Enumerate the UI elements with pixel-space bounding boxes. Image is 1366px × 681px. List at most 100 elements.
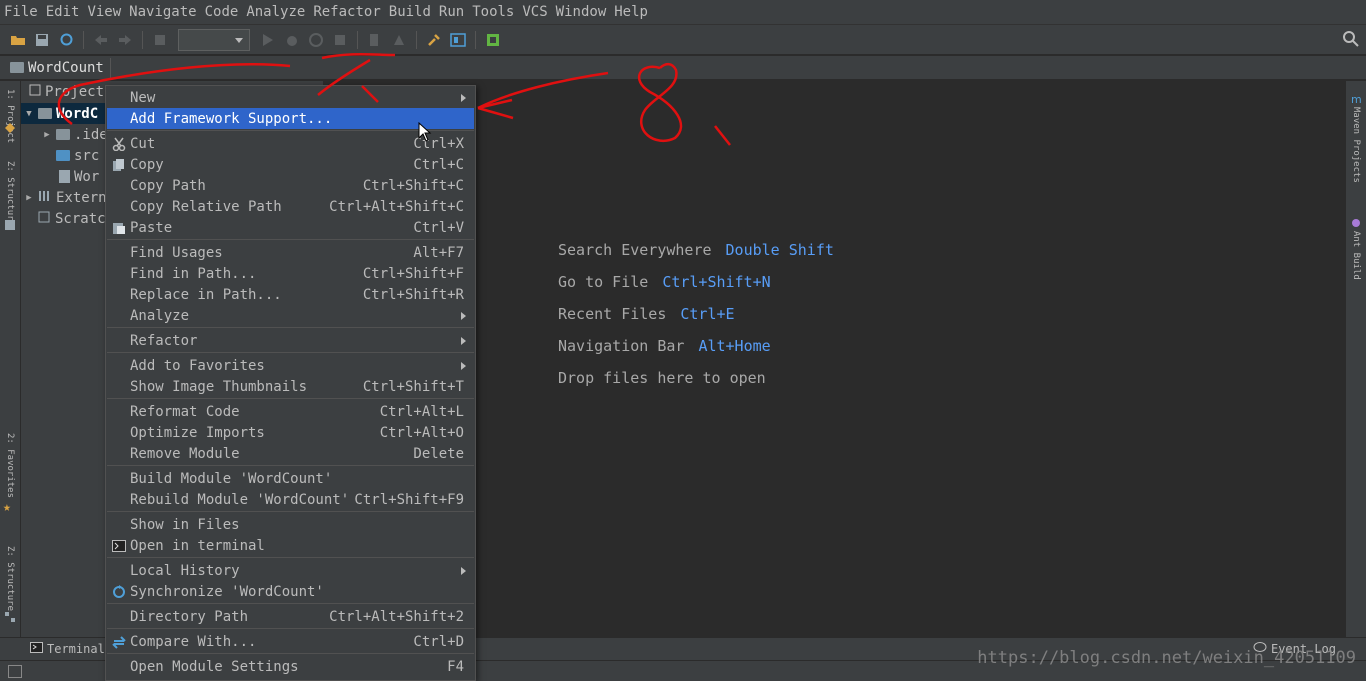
menu-separator — [107, 557, 474, 558]
vcs-commit-icon[interactable] — [390, 31, 408, 49]
menu-item-shortcut: Ctrl+Shift+R — [362, 286, 464, 303]
project-structure-icon[interactable] — [449, 31, 467, 49]
favorites-star-icon[interactable]: ★ — [3, 500, 11, 515]
structure-tool-icon[interactable] — [4, 219, 17, 235]
menu-help[interactable]: Help — [610, 0, 652, 25]
settings-wrench-icon[interactable] — [425, 31, 443, 49]
hint-text: Go to File — [558, 273, 649, 291]
menu-item-paste[interactable]: Paste Ctrl+V — [107, 217, 474, 238]
run-icon[interactable] — [259, 31, 277, 49]
hint-key: Alt+Home — [698, 337, 771, 355]
menu-item-copy-path[interactable]: Copy Path Ctrl+Shift+C — [107, 175, 474, 196]
favorites-tool-tab[interactable]: 2: Favorites — [5, 433, 15, 498]
search-everywhere-icon[interactable] — [1342, 30, 1360, 48]
tree-item-label: WordC — [56, 105, 99, 122]
menu-vcs[interactable]: VCS — [518, 0, 551, 25]
stop-icon[interactable] — [331, 31, 349, 49]
menu-analyze[interactable]: Analyze — [242, 0, 309, 25]
structure-tool-tab[interactable]: Z: Structure — [5, 161, 15, 226]
menu-item-open-in-terminal[interactable]: Open in terminal — [107, 535, 474, 556]
scratches-icon — [38, 211, 51, 227]
menu-item-label: Copy Relative Path — [130, 198, 282, 215]
project-panel-title: Project — [45, 84, 105, 100]
coverage-icon[interactable] — [307, 31, 325, 49]
forward-icon[interactable] — [116, 31, 134, 49]
menu-item-shortcut: Ctrl+Shift+F9 — [354, 491, 464, 508]
menu-item-shortcut: Ctrl+Shift+C — [362, 177, 464, 194]
maven-projects-tab[interactable]: Maven Projects — [1351, 107, 1361, 183]
menu-item-show-in-files[interactable]: Show in Files — [107, 514, 474, 535]
menu-edit[interactable]: Edit — [42, 0, 84, 25]
menu-item-shortcut: Delete — [413, 445, 464, 462]
menu-item-refactor[interactable]: Refactor — [107, 330, 474, 351]
menu-item-show-image-thumbnails[interactable]: Show Image Thumbnails Ctrl+Shift+T — [107, 376, 474, 397]
menu-item-shortcut: F4 — [447, 658, 464, 675]
menu-separator — [107, 603, 474, 604]
menu-item-add-to-favorites[interactable]: Add to Favorites — [107, 355, 474, 376]
menu-item-copy[interactable]: Copy Ctrl+C — [107, 154, 474, 175]
menu-item-label: Copy — [130, 156, 164, 173]
menu-code[interactable]: Code — [201, 0, 243, 25]
menu-item-label: Cut — [130, 135, 156, 152]
vcs-update-icon[interactable] — [366, 31, 384, 49]
submenu-arrow-icon — [461, 567, 466, 575]
editor-empty-area[interactable]: Search Everywhere Double Shift Go to File… — [324, 81, 1345, 637]
hint-recent-files: Recent Files Ctrl+E — [558, 305, 735, 323]
structure-bottom-icon[interactable] — [4, 611, 17, 627]
collapse-arrow-icon[interactable]: ▶ — [42, 130, 52, 140]
menu-item-build-module-wordcount[interactable]: Build Module 'WordCount' — [107, 468, 474, 489]
menu-item-find-usages[interactable]: Find Usages Alt+F7 — [107, 242, 474, 263]
terminal-tab[interactable]: Terminal — [30, 642, 105, 656]
breadcrumb[interactable]: WordCount — [10, 57, 111, 78]
collapse-arrow-icon[interactable]: ▶ — [24, 193, 34, 203]
project-context-menu: New Add Framework Support... Cut Ctrl+X Copy… — [105, 85, 476, 681]
menu-item-optimize-imports[interactable]: Optimize Imports Ctrl+Alt+O — [107, 422, 474, 443]
menu-item-synchronize-wordcount[interactable]: Synchronize 'WordCount' — [107, 581, 474, 602]
menu-item-copy-relative-path[interactable]: Copy Relative Path Ctrl+Alt+Shift+C — [107, 196, 474, 217]
menu-item-find-in-path[interactable]: Find in Path... Ctrl+Shift+F — [107, 263, 474, 284]
menu-view[interactable]: View — [83, 0, 125, 25]
menu-run[interactable]: Run — [435, 0, 468, 25]
sdk-manager-icon[interactable] — [484, 31, 502, 49]
hint-text: Navigation Bar — [558, 337, 685, 355]
menu-tools[interactable]: Tools — [468, 0, 518, 25]
run-configuration-select[interactable] — [178, 28, 250, 51]
menu-window[interactable]: Window — [552, 0, 611, 25]
tree-item-label: src — [74, 147, 100, 164]
menu-separator — [107, 239, 474, 240]
menu-item-shortcut: Ctrl+Alt+Shift+2 — [329, 608, 464, 625]
menu-item-new[interactable]: New — [107, 87, 474, 108]
menu-file[interactable]: File — [0, 0, 42, 25]
menu-item-compare-with[interactable]: Compare With... Ctrl+D — [107, 631, 474, 652]
save-icon[interactable] — [33, 31, 51, 49]
menu-item-rebuild-module-wordcount[interactable]: Rebuild Module 'WordCount' Ctrl+Shift+F9 — [107, 489, 474, 510]
menu-item-reformat-code[interactable]: Reformat Code Ctrl+Alt+L — [107, 401, 474, 422]
ant-build-tab[interactable]: Ant Build — [1351, 231, 1361, 280]
back-icon[interactable] — [92, 31, 110, 49]
sync-icon[interactable] — [57, 31, 75, 49]
watermark: https://blog.csdn.net/weixin_42051109 — [977, 648, 1356, 668]
menu-item-analyze[interactable]: Analyze — [107, 305, 474, 326]
open-folder-icon[interactable] — [9, 31, 27, 49]
source-folder-icon — [56, 150, 70, 161]
menu-item-label: Show Image Thumbnails — [130, 378, 308, 395]
structure-bottom-tab[interactable]: Z: Structure — [5, 546, 15, 611]
tree-item-label: Scratc — [55, 210, 106, 227]
expand-arrow-icon[interactable]: ▼ — [24, 109, 34, 119]
menu-build[interactable]: Build — [385, 0, 435, 25]
menu-item-local-history[interactable]: Local History — [107, 560, 474, 581]
menu-refactor[interactable]: Refactor — [309, 0, 384, 25]
tool-windows-toggle-icon[interactable] — [8, 665, 22, 678]
menu-item-shortcut: Ctrl+D — [413, 633, 464, 650]
menu-item-label: Synchronize 'WordCount' — [130, 583, 324, 600]
menu-item-replace-in-path[interactable]: Replace in Path... Ctrl+Shift+R — [107, 284, 474, 305]
menu-item-label: Directory Path — [130, 608, 249, 625]
menu-item-directory-path[interactable]: Directory Path Ctrl+Alt+Shift+2 — [107, 606, 474, 627]
menu-item-remove-module[interactable]: Remove Module Delete — [107, 443, 474, 464]
make-project-icon[interactable] — [151, 31, 169, 49]
menu-navigate[interactable]: Navigate — [125, 0, 200, 25]
debug-icon[interactable] — [283, 31, 301, 49]
menu-item-open-module-settings[interactable]: Open Module Settings F4 — [107, 656, 474, 677]
project-tool-icon[interactable] — [4, 122, 17, 138]
navigation-bar: WordCount — [0, 56, 1366, 80]
